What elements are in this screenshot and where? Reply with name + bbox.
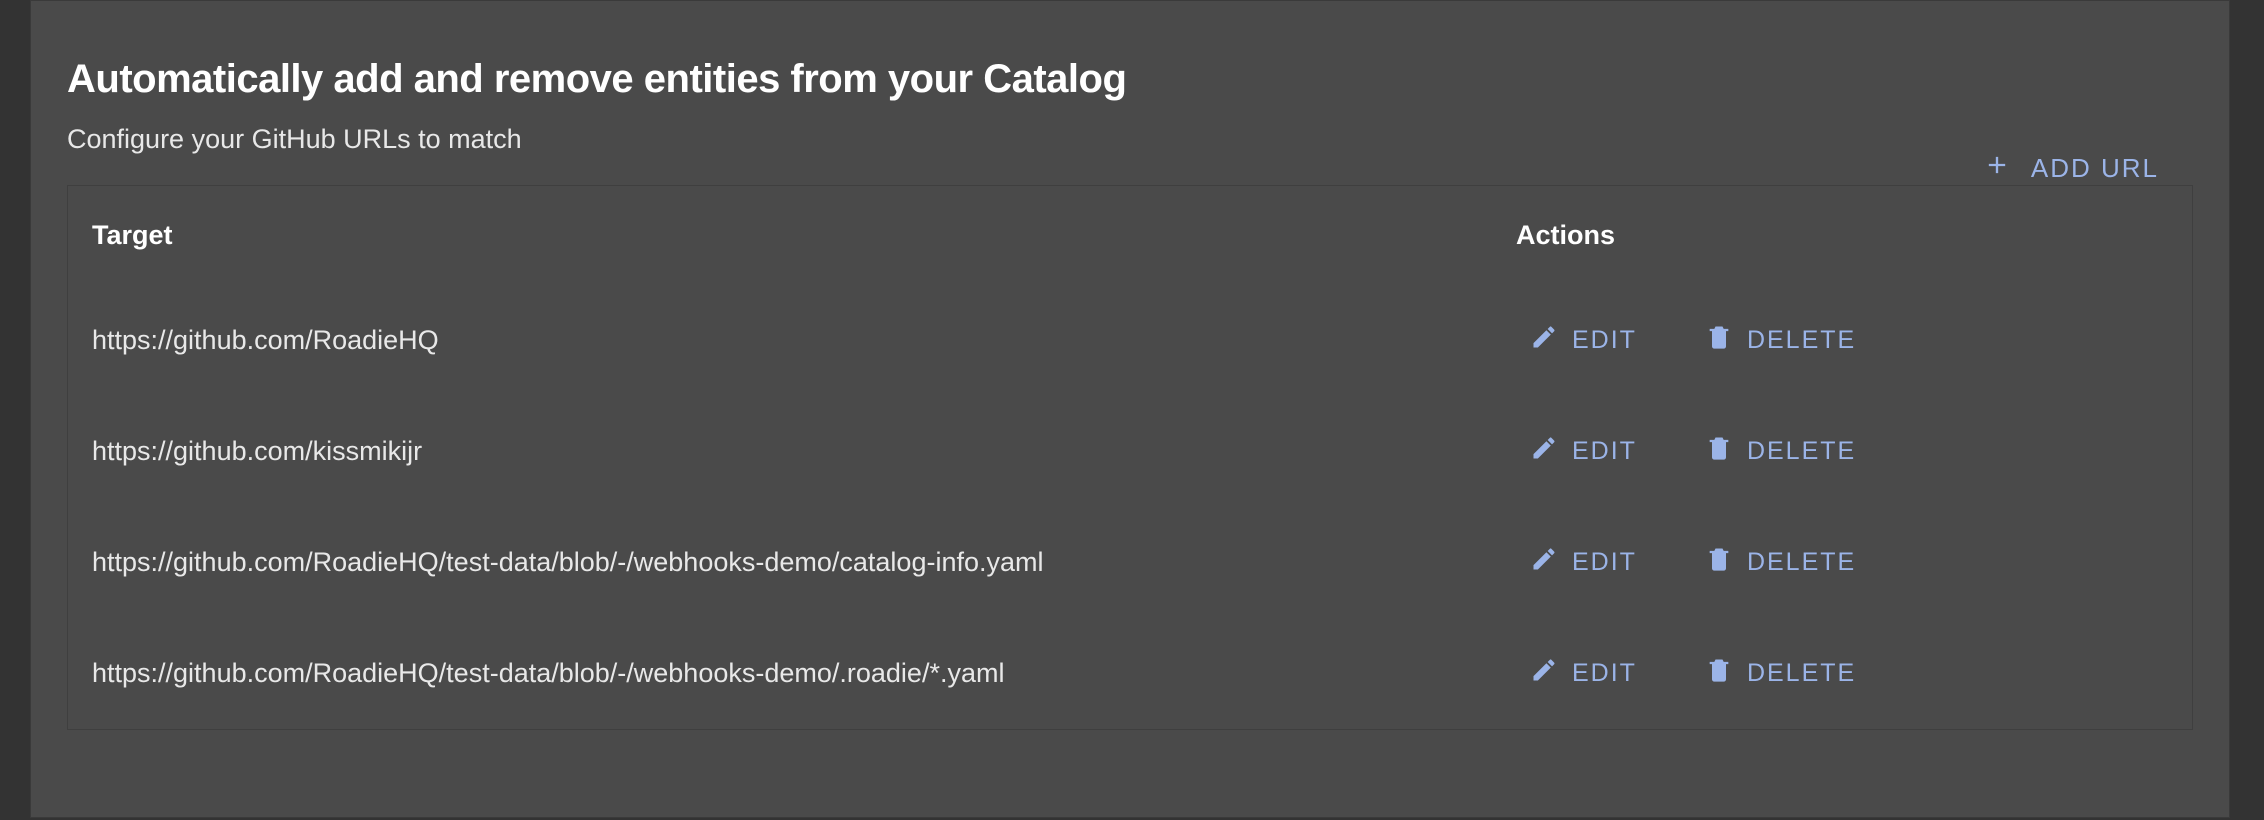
- table-row: https://github.com/RoadieHQ/test-data/bl…: [68, 618, 2192, 729]
- panel-subtitle: Configure your GitHub URLs to match: [67, 124, 2193, 155]
- pencil-icon: [1530, 323, 1558, 358]
- actions-cell: EDIT DELETE: [1492, 507, 2192, 618]
- edit-label: EDIT: [1572, 326, 1637, 355]
- delete-button[interactable]: DELETE: [1691, 313, 1870, 368]
- edit-button[interactable]: EDIT: [1516, 646, 1651, 701]
- edit-button[interactable]: EDIT: [1516, 535, 1651, 590]
- actions-cell: EDIT DELETE: [1492, 618, 2192, 729]
- column-header-actions: Actions: [1492, 186, 2192, 285]
- delete-label: DELETE: [1747, 437, 1856, 466]
- target-cell: https://github.com/RoadieHQ/test-data/bl…: [68, 507, 1492, 618]
- table-row: https://github.com/RoadieHQ EDIT DELETE: [68, 285, 2192, 396]
- target-cell: https://github.com/RoadieHQ/test-data/bl…: [68, 618, 1492, 729]
- edit-button[interactable]: EDIT: [1516, 424, 1651, 479]
- url-table: Target Actions https://github.com/Roadie…: [67, 185, 2193, 730]
- delete-button[interactable]: DELETE: [1691, 424, 1870, 479]
- trash-icon: [1705, 656, 1733, 691]
- actions-cell: EDIT DELETE: [1492, 285, 2192, 396]
- target-cell: https://github.com/RoadieHQ: [68, 285, 1492, 396]
- edit-label: EDIT: [1572, 659, 1637, 688]
- add-url-label: ADD URL: [2031, 153, 2159, 184]
- delete-button[interactable]: DELETE: [1691, 646, 1870, 701]
- trash-icon: [1705, 545, 1733, 580]
- delete-label: DELETE: [1747, 326, 1856, 355]
- actions-cell: EDIT DELETE: [1492, 396, 2192, 507]
- delete-button[interactable]: DELETE: [1691, 535, 1870, 590]
- pencil-icon: [1530, 656, 1558, 691]
- trash-icon: [1705, 323, 1733, 358]
- table-row: https://github.com/RoadieHQ/test-data/bl…: [68, 507, 2192, 618]
- edit-button[interactable]: EDIT: [1516, 313, 1651, 368]
- column-header-target: Target: [68, 186, 1492, 285]
- pencil-icon: [1530, 545, 1558, 580]
- catalog-autodiscovery-panel: Automatically add and remove entities fr…: [30, 0, 2230, 818]
- panel-title: Automatically add and remove entities fr…: [67, 57, 2193, 102]
- add-url-button[interactable]: ADD URL: [1983, 151, 2159, 186]
- delete-label: DELETE: [1747, 548, 1856, 577]
- delete-label: DELETE: [1747, 659, 1856, 688]
- trash-icon: [1705, 434, 1733, 469]
- table-row: https://github.com/kissmikijr EDIT DELETE: [68, 396, 2192, 507]
- pencil-icon: [1530, 434, 1558, 469]
- edit-label: EDIT: [1572, 437, 1637, 466]
- target-cell: https://github.com/kissmikijr: [68, 396, 1492, 507]
- plus-icon: [1983, 151, 2011, 186]
- edit-label: EDIT: [1572, 548, 1637, 577]
